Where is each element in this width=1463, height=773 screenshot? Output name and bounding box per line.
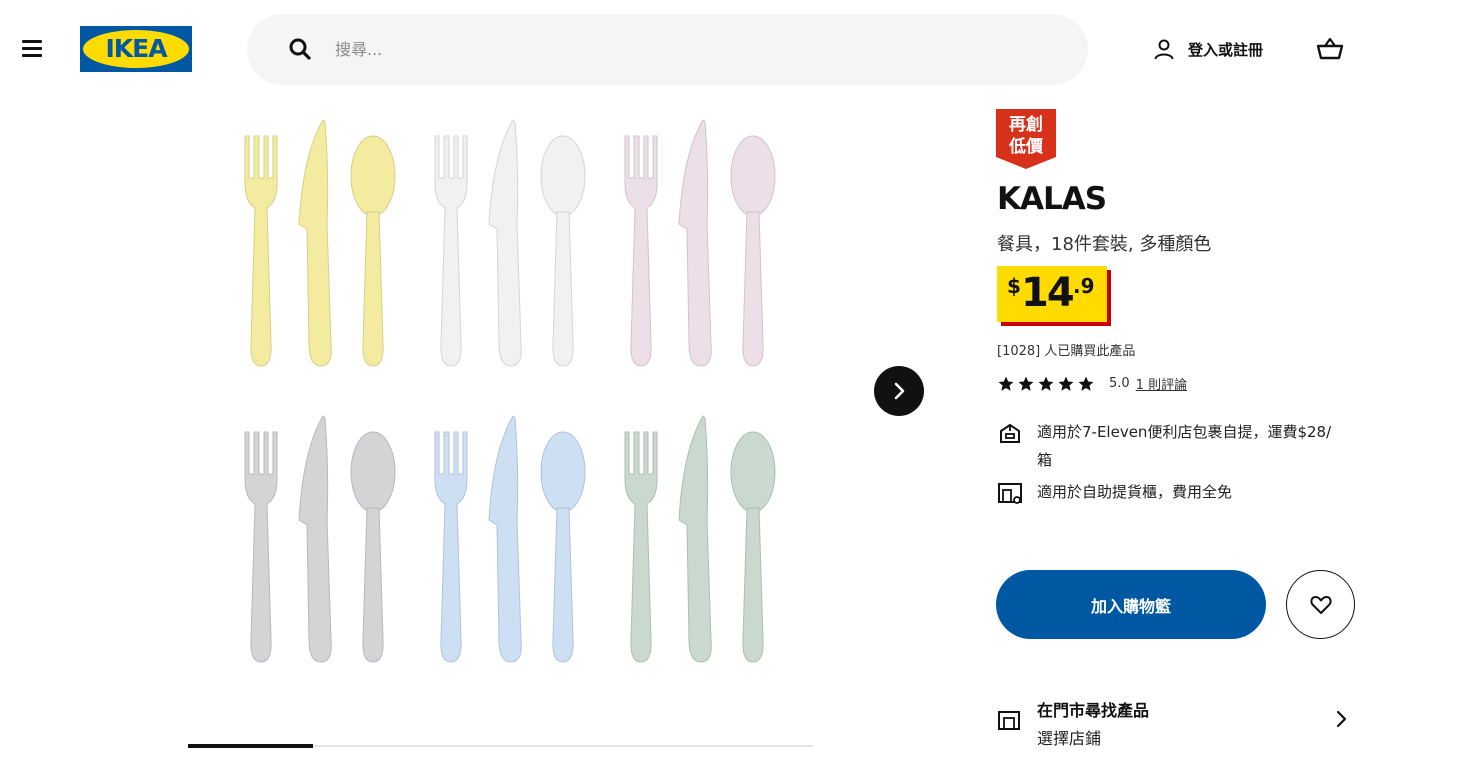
purchase-count: [1028] 人已購買此產品: [997, 344, 1136, 359]
login-label: 登入或註冊: [1188, 40, 1264, 59]
cutlery-set-white: [434, 119, 586, 367]
knife: [488, 119, 522, 367]
fork: [434, 135, 468, 367]
badge-line-1: 再創: [1009, 115, 1043, 135]
star-icon: [1058, 376, 1074, 391]
cutlery-set-yellow: [244, 119, 396, 367]
fork: [244, 135, 278, 367]
price-integer: 14: [1021, 270, 1075, 316]
knife: [488, 415, 522, 663]
cutlery-set-green: [624, 415, 776, 663]
knife: [678, 415, 712, 663]
search-input[interactable]: [335, 32, 1055, 66]
search-bar[interactable]: [247, 14, 1088, 85]
spoon: [540, 431, 586, 663]
price-currency: $: [1007, 274, 1021, 298]
star-icon: [1038, 376, 1054, 391]
favourite-button[interactable]: [1286, 570, 1355, 639]
product-image-gallery[interactable]: [188, 100, 813, 700]
user-icon: [1154, 39, 1174, 60]
delivery-option-7eleven: 適用於7-Eleven便利店包裹自提，運費$28/箱: [997, 418, 1337, 474]
star-icon: [1018, 376, 1034, 391]
price-tag: $ 14 .9: [997, 266, 1107, 322]
fork: [624, 135, 658, 367]
badge-line-2: 低價: [1009, 137, 1043, 157]
fork: [624, 431, 658, 663]
spoon: [540, 135, 586, 367]
gallery-progress-bar: [188, 744, 813, 748]
spoon: [350, 431, 396, 663]
knife: [298, 415, 332, 663]
ikea-logo[interactable]: IKEA: [80, 26, 192, 72]
chevron-right-icon: [894, 382, 905, 400]
product-name: KALAS: [997, 181, 1107, 217]
find-in-store-row[interactable]: 在門市尋找產品 選擇店鋪: [997, 692, 1357, 752]
delivery-text-locker: 適用於自助提貨櫃，費用全免: [1037, 483, 1233, 501]
chevron-right-icon: [1336, 710, 1347, 728]
star-icon: [1078, 376, 1094, 391]
new-lower-price-badge: 再創 低價: [996, 109, 1056, 169]
rating-score: 5.0: [1109, 376, 1130, 391]
shopping-basket-icon[interactable]: [1314, 34, 1346, 64]
cutlery-set-pink: [624, 119, 776, 367]
parcel-pickup-icon: [1000, 423, 1020, 443]
spoon: [350, 135, 396, 367]
spoon: [730, 135, 776, 367]
reviews-link[interactable]: 1 則評論: [1136, 374, 1187, 393]
star-icon: [998, 376, 1014, 391]
gallery-progress-fill: [188, 744, 313, 748]
search-icon[interactable]: [287, 36, 313, 62]
price-decimal: .9: [1073, 274, 1095, 298]
delivery-text-7eleven: 適用於7-Eleven便利店包裹自提，運費$28/箱: [1037, 423, 1332, 469]
knife: [298, 119, 332, 367]
login-button[interactable]: 登入或註冊: [1152, 34, 1263, 64]
product-description: 餐具，18件套裝, 多種顏色: [997, 234, 1212, 255]
star-rating: [997, 375, 1097, 393]
cutlery-set-grey: [244, 415, 396, 663]
rating-row: 5.0 1 則評論: [997, 374, 1187, 393]
next-image-button[interactable]: [874, 366, 924, 416]
locker-pickup-icon: [998, 483, 1022, 504]
logo-text: IKEA: [105, 34, 168, 63]
store-title: 在門市尋找產品: [1037, 701, 1150, 720]
fork: [244, 431, 278, 663]
add-to-cart-button[interactable]: 加入購物籃: [996, 570, 1266, 639]
spoon: [730, 431, 776, 663]
knife: [678, 119, 712, 367]
heart-icon: [1310, 596, 1332, 614]
store-icon: [998, 711, 1020, 730]
fork: [434, 431, 468, 663]
delivery-option-locker: 適用於自助提貨櫃，費用全免: [997, 478, 1337, 506]
cutlery-set-blue: [434, 415, 586, 663]
hamburger-menu-icon[interactable]: [20, 38, 44, 58]
store-subtitle: 選擇店鋪: [1037, 729, 1102, 748]
